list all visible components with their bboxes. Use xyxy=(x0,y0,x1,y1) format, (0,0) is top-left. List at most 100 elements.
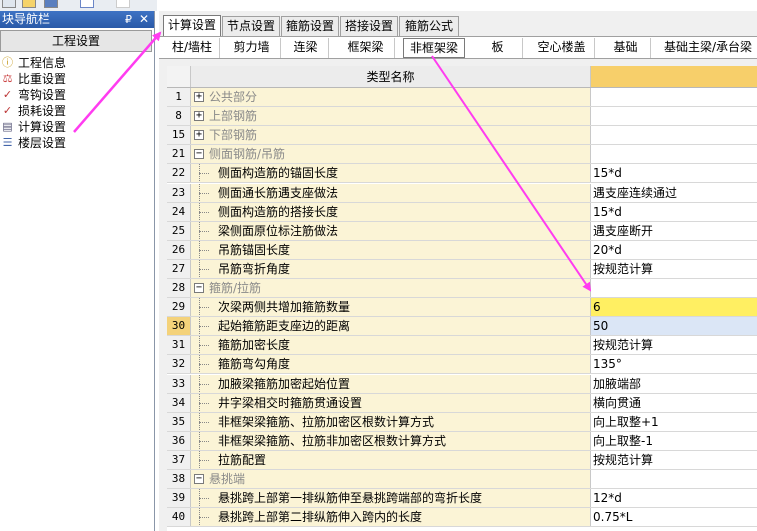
tab-lap-settings[interactable]: 搭接设置 xyxy=(340,16,398,36)
nav-item-loss[interactable]: ✓ 损耗设置 xyxy=(0,103,154,119)
undo-icon[interactable] xyxy=(80,0,94,8)
table-row[interactable]: 30 起始箍筋距支座边的距离 50 xyxy=(167,317,757,337)
tab-non-frame-beam[interactable]: 非框架梁 xyxy=(403,38,465,58)
setting-value[interactable]: 向上取整-1 xyxy=(591,432,757,450)
type-name-cell: 起始箍筋距支座边的距离 xyxy=(191,317,591,336)
setting-value[interactable]: 0.75*L xyxy=(591,508,757,526)
expand-icon[interactable]: + xyxy=(194,92,204,102)
setting-value[interactable]: 按规范计算 xyxy=(591,336,757,354)
row-number: 40 xyxy=(167,508,191,527)
setting-value[interactable] xyxy=(591,145,757,163)
setting-value[interactable] xyxy=(591,88,757,106)
setting-label: 次梁两侧共增加箍筋数量 xyxy=(218,300,351,315)
table-row[interactable]: 37 拉筋配置 按规范计算 xyxy=(167,450,757,470)
table-row[interactable]: 25 梁侧面原位标注筋做法 遇支座断开 xyxy=(167,221,757,241)
table-row[interactable]: 33 加腋梁箍筋加密起始位置 加腋端部 xyxy=(167,374,757,394)
tab-stirrup-settings[interactable]: 箍筋设置 xyxy=(281,16,339,36)
row-number: 33 xyxy=(167,374,191,393)
nav-item-hook[interactable]: ✓ 弯钩设置 xyxy=(0,87,154,103)
toolbar-icon[interactable] xyxy=(2,0,16,8)
type-name-header[interactable]: 类型名称 xyxy=(191,66,591,87)
tab-slab[interactable]: 板 xyxy=(473,38,523,58)
nav-item-floor[interactable]: ☰ 楼层设置 xyxy=(0,135,154,151)
collapse-icon[interactable]: − xyxy=(194,283,204,293)
redo-icon[interactable] xyxy=(116,0,130,8)
setting-value[interactable] xyxy=(591,126,757,144)
setting-value[interactable]: 15*d xyxy=(591,164,757,182)
setting-value[interactable]: 按规范计算 xyxy=(591,451,757,469)
tree-line xyxy=(199,211,209,213)
table-row[interactable]: 40 悬挑跨上部第二排纵筋伸入跨内的长度 0.75*L xyxy=(167,508,757,528)
group-row[interactable]: 15 + 下部钢筋 xyxy=(167,126,757,146)
table-row[interactable]: 39 悬挑跨上部第一排纵筋伸至悬挑跨端部的弯折长度 12*d xyxy=(167,489,757,509)
tab-hollow-floor[interactable]: 空心楼盖 xyxy=(529,38,595,58)
group-row[interactable]: 28− 箍筋/拉筋 xyxy=(167,279,757,298)
tab-stirrup-formula[interactable]: 箍筋公式 xyxy=(399,16,459,36)
setting-value[interactable]: 按规范计算 xyxy=(591,260,757,278)
open-folder-icon[interactable] xyxy=(22,0,36,8)
setting-value[interactable]: 横向贯通 xyxy=(591,394,757,412)
collapse-icon[interactable]: − xyxy=(194,149,204,160)
table-row[interactable]: 35 非框架梁箍筋、拉筋加密区根数计算方式 向上取整+1 xyxy=(167,412,757,432)
expand-icon[interactable]: + xyxy=(194,111,204,122)
setting-value[interactable]: 遇支座断开 xyxy=(591,222,757,240)
tab-coupling-beam[interactable]: 连梁 xyxy=(283,38,329,58)
tree-line xyxy=(199,230,209,232)
setting-value[interactable] xyxy=(591,470,757,488)
row-number: 21 xyxy=(167,145,191,164)
setting-value[interactable]: 50 xyxy=(591,317,757,336)
panel-title-bar: 块导航栏 ₽ ✕ xyxy=(0,11,154,28)
table-row[interactable]: 23 侧面通长筋遇支座做法 遇支座连续通过 xyxy=(167,183,757,203)
setting-value[interactable]: 20*d xyxy=(591,241,757,259)
tab-foundation[interactable]: 基础 xyxy=(601,38,651,58)
tree-line xyxy=(199,402,209,404)
group-row[interactable]: 1 + 公共部分 xyxy=(167,88,757,107)
setting-value[interactable]: 135° xyxy=(591,355,757,373)
type-name-cell: 侧面通长筋遇支座做法 xyxy=(191,183,591,202)
group-row[interactable]: 38− 悬挑端 xyxy=(167,470,757,489)
table-row[interactable]: 31 箍筋加密长度 按规范计算 xyxy=(167,336,757,356)
table-row[interactable]: 22 侧面构造筋的锚固长度 15*d xyxy=(167,164,757,184)
setting-value[interactable]: 12*d xyxy=(591,489,757,507)
close-icon[interactable]: ✕ xyxy=(139,11,149,28)
tab-foundation-beam[interactable]: 基础主梁/承台梁 xyxy=(659,38,757,58)
table-row[interactable]: 29 次梁两侧共增加箍筋数量 6 xyxy=(167,298,757,318)
setting-value[interactable] xyxy=(591,279,757,297)
table-row[interactable]: 26 吊筋锚固长度 20*d xyxy=(167,240,757,260)
tab-shear-wall[interactable]: 剪力墙 xyxy=(223,38,281,58)
row-number: 34 xyxy=(167,393,191,412)
setting-value[interactable]: 遇支座连续通过 xyxy=(591,184,757,202)
value-header[interactable] xyxy=(591,66,757,87)
nav-item-weight[interactable]: ⚖ 比重设置 xyxy=(0,71,154,87)
group-row[interactable]: 8 + 上部钢筋 xyxy=(167,107,757,127)
save-icon[interactable] xyxy=(44,0,58,8)
nav-item-label: 比重设置 xyxy=(18,72,67,86)
table-row[interactable]: 27 吊筋弯折角度 按规范计算 xyxy=(167,259,757,279)
group-row[interactable]: 21− 侧面钢筋/吊筋 xyxy=(167,145,757,165)
table-row[interactable]: 24 侧面构造筋的搭接长度 15*d xyxy=(167,202,757,222)
setting-value[interactable]: 6 xyxy=(591,298,757,317)
type-name-cell: 箍筋弯勾角度 xyxy=(191,355,591,374)
setting-value[interactable]: 加腋端部 xyxy=(591,375,757,393)
nav-item-label: 楼层设置 xyxy=(18,136,67,150)
nav-item-project-info[interactable]: ⓘ 工程信息 xyxy=(0,55,154,71)
table-row[interactable]: 36 非框架梁箍筋、拉筋非加密区根数计算方式 向上取整-1 xyxy=(167,431,757,451)
pin-icon[interactable]: ₽ xyxy=(125,11,132,28)
collapse-icon[interactable]: − xyxy=(194,474,204,484)
nav-item-calc[interactable]: ▤ 计算设置 xyxy=(0,119,154,135)
tab-frame-beam[interactable]: 框架梁 xyxy=(337,38,395,58)
nav-item-label: 弯钩设置 xyxy=(18,88,67,102)
table-row[interactable]: 32 箍筋弯勾角度 135° xyxy=(167,355,757,375)
table-row[interactable]: 34 井字梁相交时箍筋贯通设置 横向贯通 xyxy=(167,393,757,413)
type-name-cell: 加腋梁箍筋加密起始位置 xyxy=(191,374,591,393)
type-name-cell: 箍筋加密长度 xyxy=(191,336,591,355)
expand-icon[interactable]: + xyxy=(194,130,204,141)
tab-calc-settings[interactable]: 计算设置 xyxy=(163,15,221,37)
tab-node-settings[interactable]: 节点设置 xyxy=(222,16,280,36)
setting-value[interactable]: 15*d xyxy=(591,203,757,221)
section-tab-project-settings[interactable]: 工程设置 xyxy=(0,30,152,52)
tab-column[interactable]: 柱/墙柱 xyxy=(165,38,220,58)
setting-value[interactable]: 向上取整+1 xyxy=(591,413,757,431)
setting-label: 箍筋弯勾角度 xyxy=(218,357,291,372)
setting-value[interactable] xyxy=(591,107,757,125)
